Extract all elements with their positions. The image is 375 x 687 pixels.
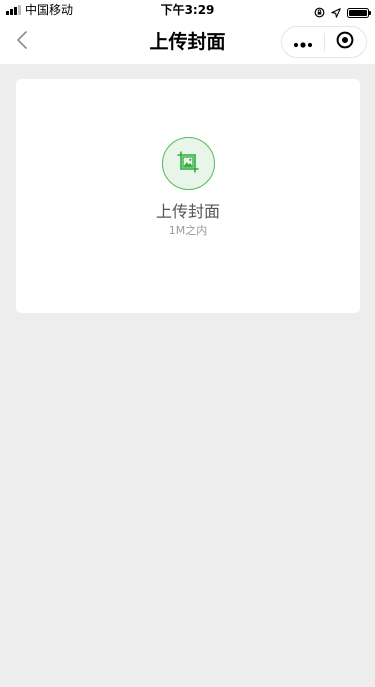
close-button[interactable] xyxy=(325,27,366,57)
more-dots-icon xyxy=(293,33,313,52)
image-crop-icon xyxy=(176,150,200,178)
status-bar: 中国移动 下午3:29 xyxy=(0,0,375,20)
upload-cover-button[interactable]: 上传封面 1M之内 xyxy=(128,137,248,257)
nav-bar: 上传封面 xyxy=(0,20,375,64)
mini-program-capsule xyxy=(281,26,367,58)
target-close-icon xyxy=(336,31,354,53)
upload-card: 上传封面 1M之内 xyxy=(16,79,360,313)
battery-icon xyxy=(347,7,371,18)
more-button[interactable] xyxy=(282,27,324,57)
upload-size-hint: 1M之内 xyxy=(168,224,208,237)
upload-icon-circle xyxy=(161,137,215,190)
upload-label: 上传封面 xyxy=(155,202,220,221)
